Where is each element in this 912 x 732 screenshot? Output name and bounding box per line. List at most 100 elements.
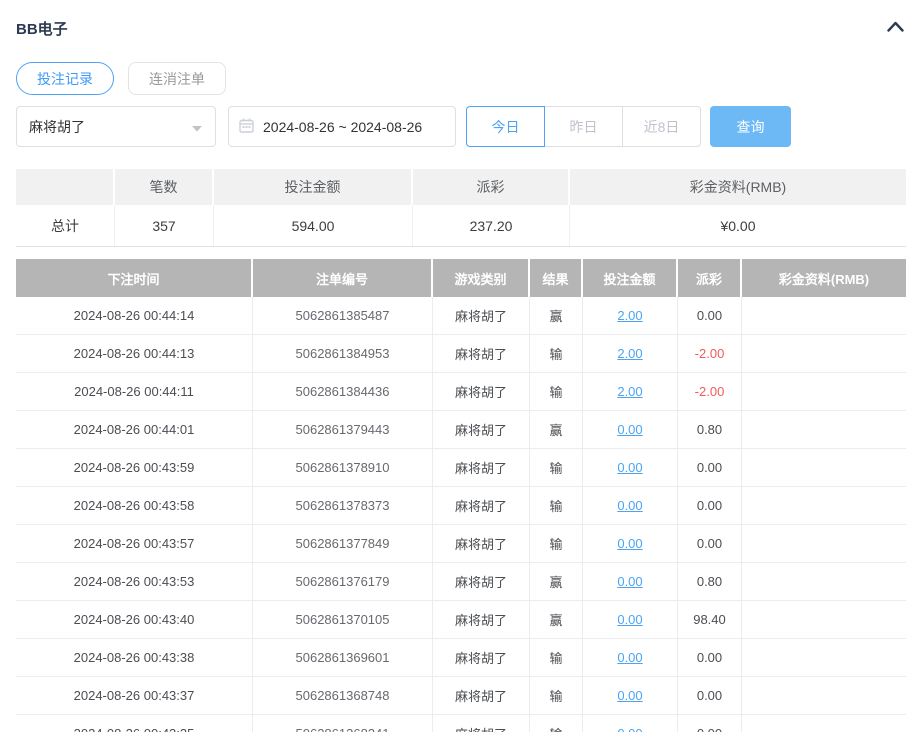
cell-bonus — [742, 297, 906, 334]
cell-result: 赢 — [530, 411, 583, 448]
bet-amount-link[interactable]: 0.00 — [617, 422, 642, 437]
calendar-icon — [239, 118, 254, 136]
cell-bet-time: 2024-08-26 00:44:13 — [16, 335, 253, 372]
summary-column-header: 投注金额 — [214, 169, 413, 205]
cell-game-type: 麻将胡了 — [433, 373, 530, 410]
cell-result: 输 — [530, 639, 583, 676]
cell-payout: 0.00 — [678, 525, 742, 562]
cell-order-no: 5062861378373 — [253, 487, 433, 524]
cell-bonus — [742, 487, 906, 524]
bet-amount-link[interactable]: 0.00 — [617, 612, 642, 627]
cell-order-no: 5062861379443 — [253, 411, 433, 448]
bet-table-body: 2024-08-26 00:44:145062861385487麻将胡了赢2.0… — [16, 297, 906, 732]
bet-amount-link[interactable]: 0.00 — [617, 460, 642, 475]
bet-amount-link[interactable]: 2.00 — [617, 346, 642, 361]
cell-bonus — [742, 563, 906, 600]
cell-bet-amount: 0.00 — [583, 639, 678, 676]
bet-amount-link[interactable]: 2.00 — [617, 384, 642, 399]
cell-bonus — [742, 601, 906, 638]
summary-column-header — [16, 169, 115, 205]
summary-payout: 237.20 — [413, 205, 570, 246]
cell-bet-amount: 2.00 — [583, 335, 678, 372]
cell-order-no: 5062861370105 — [253, 601, 433, 638]
cell-bonus — [742, 715, 906, 732]
cell-game-type: 麻将胡了 — [433, 677, 530, 714]
cell-bet-time: 2024-08-26 00:43:59 — [16, 449, 253, 486]
column-header-payout: 派彩 — [678, 259, 742, 297]
cell-payout: -2.00 — [678, 335, 742, 372]
table-row: 2024-08-26 00:44:115062861384436麻将胡了输2.0… — [16, 373, 906, 411]
cell-bonus — [742, 335, 906, 372]
cell-result: 输 — [530, 677, 583, 714]
cell-payout: 0.80 — [678, 563, 742, 600]
bet-amount-link[interactable]: 0.00 — [617, 536, 642, 551]
summary-total-label: 总计 — [16, 205, 115, 246]
cell-bet-amount: 0.00 — [583, 601, 678, 638]
last-8-days-button-label: 近8日 — [644, 117, 680, 137]
cell-bonus — [742, 639, 906, 676]
bet-amount-link[interactable]: 2.00 — [617, 308, 642, 323]
cell-payout: 0.00 — [678, 639, 742, 676]
today-button-label: 今日 — [492, 117, 520, 137]
cell-order-no: 5062861384953 — [253, 335, 433, 372]
bet-amount-link[interactable]: 0.00 — [617, 498, 642, 513]
cell-bet-time: 2024-08-26 00:43:38 — [16, 639, 253, 676]
cell-bonus — [742, 373, 906, 410]
cell-game-type: 麻将胡了 — [433, 335, 530, 372]
cell-game-type: 麻将胡了 — [433, 297, 530, 334]
chevron-up-icon — [887, 19, 904, 37]
table-row: 2024-08-26 00:43:595062861378910麻将胡了输0.0… — [16, 449, 906, 487]
summary-total-row: 总计 357 594.00 237.20 ¥0.00 — [16, 205, 906, 247]
bet-amount-link[interactable]: 0.00 — [617, 726, 642, 732]
cell-order-no: 5062861376179 — [253, 563, 433, 600]
date-range-picker[interactable]: 2024-08-26 ~ 2024-08-26 — [228, 106, 456, 147]
game-type-select[interactable]: 麻将胡了 — [16, 106, 216, 147]
cell-bet-time: 2024-08-26 00:43:53 — [16, 563, 253, 600]
cell-payout: 0.00 — [678, 297, 742, 334]
table-row: 2024-08-26 00:43:575062861377849麻将胡了输0.0… — [16, 525, 906, 563]
summary-column-header: 派彩 — [413, 169, 570, 205]
cell-order-no: 5062861378910 — [253, 449, 433, 486]
cell-bet-amount: 0.00 — [583, 677, 678, 714]
cell-payout: 0.00 — [678, 487, 742, 524]
query-button[interactable]: 查询 — [710, 106, 791, 147]
cell-payout: 0.80 — [678, 411, 742, 448]
cell-game-type: 麻将胡了 — [433, 639, 530, 676]
column-header-game-type: 游戏类别 — [433, 259, 530, 297]
column-header-bet-time: 下注时间 — [16, 259, 253, 297]
summary-table: 笔数 投注金额 派彩 彩金资料(RMB) 总计 357 594.00 237.2… — [16, 169, 906, 247]
bet-amount-link[interactable]: 0.00 — [617, 650, 642, 665]
cell-payout: 0.00 — [678, 715, 742, 732]
table-row: 2024-08-26 00:44:015062861379443麻将胡了赢0.0… — [16, 411, 906, 449]
summary-bet-count: 357 — [115, 205, 214, 246]
tab-bet-records[interactable]: 投注记录 — [16, 62, 114, 95]
bet-amount-link[interactable]: 0.00 — [617, 688, 642, 703]
cell-bonus — [742, 449, 906, 486]
cell-payout: -2.00 — [678, 373, 742, 410]
yesterday-button[interactable]: 昨日 — [544, 106, 623, 147]
cell-bet-time: 2024-08-26 00:43:40 — [16, 601, 253, 638]
cell-bet-amount: 0.00 — [583, 411, 678, 448]
cell-bet-time: 2024-08-26 00:43:58 — [16, 487, 253, 524]
collapse-button[interactable] — [884, 17, 906, 39]
cell-order-no: 5062861377849 — [253, 525, 433, 562]
cell-bet-time: 2024-08-26 00:44:14 — [16, 297, 253, 334]
table-row: 2024-08-26 00:43:405062861370105麻将胡了赢0.0… — [16, 601, 906, 639]
date-range-value: 2024-08-26 ~ 2024-08-26 — [263, 119, 422, 135]
summary-table-header: 笔数 投注金额 派彩 彩金资料(RMB) — [16, 169, 906, 205]
cell-payout: 0.00 — [678, 677, 742, 714]
tab-cancelled-orders[interactable]: 连消注单 — [128, 62, 226, 95]
last-8-days-button[interactable]: 近8日 — [622, 106, 701, 147]
cell-order-no: 5062861368241 — [253, 715, 433, 732]
column-header-result: 结果 — [530, 259, 583, 297]
bet-records-panel: BB电子 投注记录 连消注单 麻将胡了 2024-08-26 ~ 2024-08… — [0, 0, 912, 732]
bet-amount-link[interactable]: 0.00 — [617, 574, 642, 589]
cell-game-type: 麻将胡了 — [433, 601, 530, 638]
table-row: 2024-08-26 00:44:145062861385487麻将胡了赢2.0… — [16, 297, 906, 335]
cell-result: 输 — [530, 487, 583, 524]
today-button[interactable]: 今日 — [466, 106, 545, 147]
panel-header: BB电子 — [16, 0, 906, 38]
filter-bar: 麻将胡了 2024-08-26 ~ 2024-08-26 今日 昨日 近8日 查… — [16, 106, 906, 147]
summary-column-header: 彩金资料(RMB) — [570, 169, 906, 205]
cell-bet-time: 2024-08-26 00:44:01 — [16, 411, 253, 448]
